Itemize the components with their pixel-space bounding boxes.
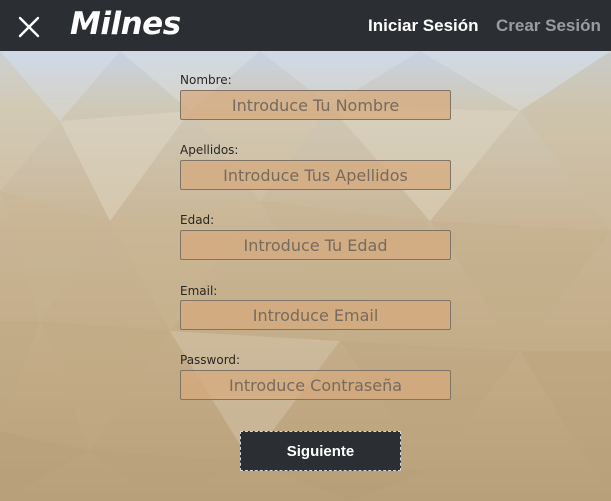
app-window: Milnes Iniciar Sesión Crear Sesión Nombr… <box>0 0 611 501</box>
app-title: Milnes <box>70 6 181 42</box>
close-button[interactable] <box>14 12 44 42</box>
registration-panel: Nombre: Apellidos: Edad: Email: Password… <box>0 51 611 501</box>
next-button[interactable]: Siguiente <box>240 431 401 471</box>
nombre-input[interactable] <box>180 90 451 120</box>
apellidos-input[interactable] <box>180 160 451 190</box>
field-label-edad: Edad: <box>180 213 215 227</box>
field-label-email: Email: <box>180 284 218 298</box>
title-bar: Milnes Iniciar Sesión Crear Sesión <box>0 0 611 51</box>
password-input[interactable] <box>180 370 451 400</box>
field-label-nombre: Nombre: <box>180 73 232 87</box>
nav-login-link[interactable]: Iniciar Sesión <box>368 16 479 36</box>
email-input[interactable] <box>180 300 451 330</box>
nav-signup-link[interactable]: Crear Sesión <box>496 16 601 36</box>
close-icon <box>18 16 40 38</box>
field-label-password: Password: <box>180 353 241 367</box>
edad-input[interactable] <box>180 230 451 260</box>
field-label-apellidos: Apellidos: <box>180 143 239 157</box>
